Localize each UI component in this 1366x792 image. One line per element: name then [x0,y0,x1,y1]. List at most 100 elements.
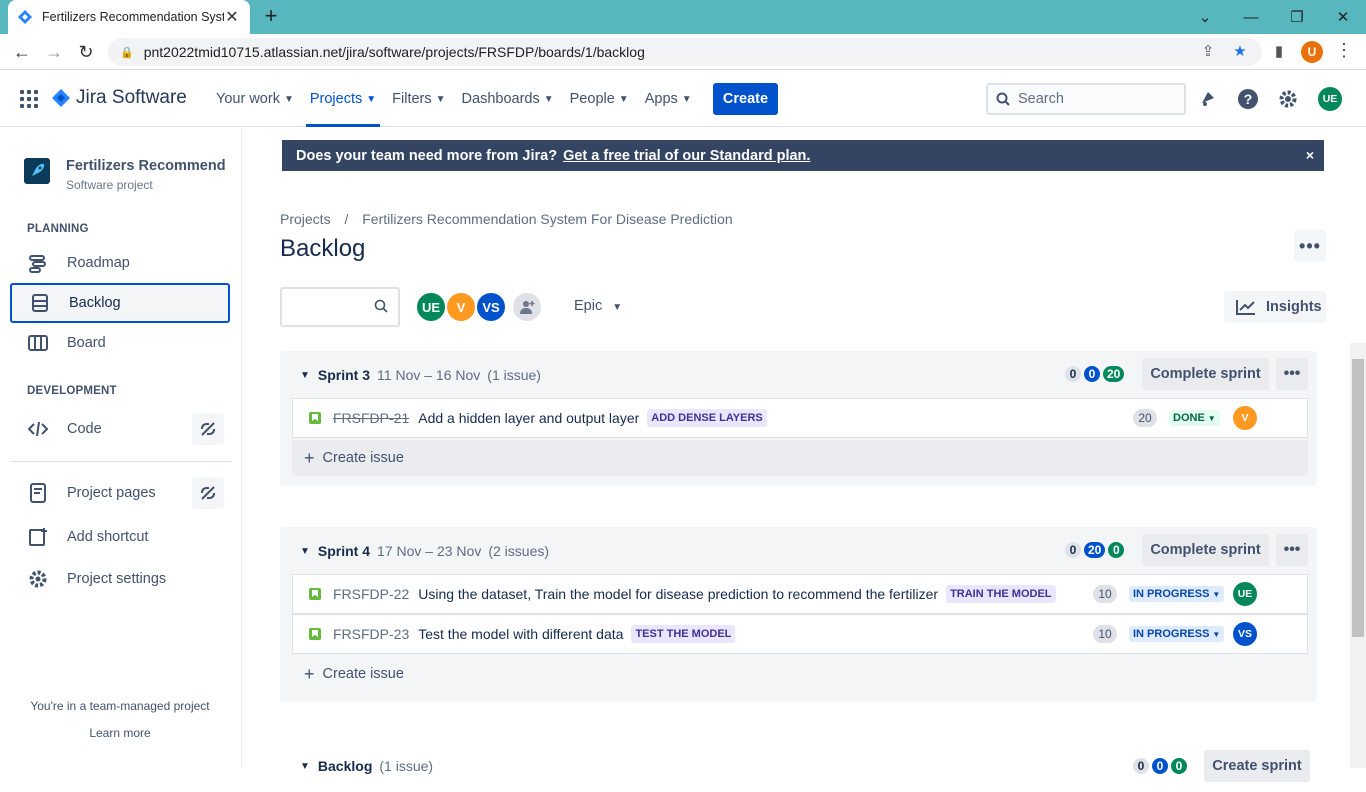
sidebar-divider [10,461,232,462]
minimize-icon[interactable]: — [1228,0,1274,34]
sprint-more-button[interactable]: ••• [1276,358,1308,390]
breadcrumb-project[interactable]: Fertilizers Recommendation System For Di… [362,211,732,227]
nav-filters[interactable]: Filters ▼ [386,71,451,127]
unlink-icon[interactable] [192,477,224,509]
forward-icon[interactable]: → [42,40,66,64]
close-icon[interactable]: × [1306,147,1314,163]
sidebar-item-roadmap[interactable]: Roadmap [10,243,230,283]
backlog-icon [29,292,51,314]
restore-icon[interactable]: ❐ [1274,0,1320,34]
epic-lozenge[interactable]: TEST THE MODEL [631,625,736,643]
story-points-badge[interactable]: 20 [1133,409,1157,427]
new-tab-icon[interactable]: + [260,4,282,28]
share-icon[interactable]: ⇪ [1197,40,1219,62]
jira-logo[interactable]: Jira Software [52,87,187,109]
status-dropdown[interactable]: DONE ▼ [1169,410,1220,426]
add-people-icon[interactable] [511,291,543,323]
issue-key[interactable]: FRSFDP-23 [333,626,409,642]
tab-search-icon[interactable]: ⌄ [1182,0,1228,34]
inprogress-count-badge: 0 [1084,366,1100,382]
board-icon [27,332,49,354]
issue-key[interactable]: FRSFDP-21 [333,410,409,426]
user-avatar[interactable]: UE [1318,87,1342,111]
sprint-more-button[interactable]: ••• [1276,534,1308,566]
team-managed-note: You're in a team-managed project [30,699,210,713]
backlog-search-input[interactable] [280,287,400,327]
avatar[interactable]: UE [415,291,447,323]
browser-tab[interactable]: Fertilizers Recommendation System For Di… [8,0,250,34]
sidebar-item-code[interactable]: Code [10,409,230,449]
issue-summary: Using the dataset, Train the model for d… [418,586,939,602]
assignee-avatar[interactable]: UE [1233,582,1257,606]
url-bar[interactable]: 🔒 pnt2022tmid10715.atlassian.net/jira/so… [108,38,1262,66]
story-points-badge[interactable]: 10 [1093,585,1117,603]
side-panel-icon[interactable]: ▮ [1268,40,1290,62]
avatar[interactable]: V [445,291,477,323]
chevron-down-icon: ▼ [300,760,310,772]
help-icon[interactable]: ? [1236,87,1260,111]
assignee-avatar[interactable]: V [1233,406,1257,430]
epic-filter[interactable]: Epic ▼ [574,298,622,314]
sidebar-item-board[interactable]: Board [10,323,230,363]
issue-row[interactable]: FRSFDP-22 Using the dataset, Train the m… [292,574,1308,614]
status-dropdown[interactable]: IN PROGRESS ▼ [1129,586,1225,602]
epic-lozenge[interactable]: ADD DENSE LAYERS [647,409,767,427]
back-icon[interactable]: ← [10,40,34,64]
project-header[interactable]: Fertilizers Recommend... Software projec… [24,158,226,192]
browser-menu-icon[interactable]: ⋮ [1334,40,1354,64]
breadcrumb-projects[interactable]: Projects [280,211,331,227]
issue-row[interactable]: FRSFDP-21 Add a hidden layer and output … [292,398,1308,438]
sprint-header[interactable]: ▼ Sprint 4 17 Nov – 23 Nov (2 issues) [300,543,549,559]
complete-sprint-button[interactable]: Complete sprint [1142,358,1269,390]
nav-projects[interactable]: Projects ▼ [304,71,382,127]
nav-people[interactable]: People ▼ [564,71,635,127]
logo-text: Jira Software [76,87,187,108]
nav-your-work[interactable]: Your work ▼ [210,71,300,127]
status-dropdown[interactable]: IN PROGRESS ▼ [1129,626,1225,642]
nav-dashboards[interactable]: Dashboards ▼ [456,71,560,127]
close-window-icon[interactable]: ✕ [1320,0,1366,34]
epic-lozenge[interactable]: TRAIN THE MODEL [946,585,1056,603]
browser-profile-avatar[interactable]: U [1301,41,1323,63]
sidebar-item-project-settings[interactable]: Project settings [10,559,230,599]
story-points-badge[interactable]: 10 [1093,625,1117,643]
complete-sprint-button[interactable]: Complete sprint [1142,534,1269,566]
unlink-icon[interactable] [192,413,224,445]
create-issue-button[interactable]: + Create issue [292,656,1308,692]
epic-filter-label: Epic [574,298,603,314]
more-actions-button[interactable]: ••• [1294,230,1326,262]
breadcrumb-separator: / [344,211,349,227]
create-button[interactable]: Create [713,83,778,115]
issue-summary: Add a hidden layer and output layer [418,410,640,426]
insights-label: Insights [1266,299,1322,315]
assignee-avatar[interactable]: VS [1233,622,1257,646]
bookmark-star-icon[interactable]: ★ [1229,40,1251,62]
app-switcher-icon[interactable] [20,90,38,108]
settings-gear-icon[interactable] [1276,87,1300,111]
status-label: IN PROGRESS [1133,628,1210,640]
sidebar-item-add-shortcut[interactable]: Add shortcut [10,517,230,557]
issue-key[interactable]: FRSFDP-22 [333,586,409,602]
nav-label: Apps [644,91,678,107]
nav-apps[interactable]: Apps ▼ [639,71,698,127]
create-issue-button[interactable]: + Create issue [292,440,1308,476]
reload-icon[interactable]: ↻ [74,40,98,64]
scrollbar-thumb[interactable] [1352,359,1364,637]
sidebar-item-backlog[interactable]: Backlog [10,283,230,323]
insights-button[interactable]: Insights [1224,291,1326,323]
chevron-down-icon: ▼ [612,302,623,313]
notifications-icon[interactable] [1196,87,1220,111]
page-scrollbar[interactable] [1350,343,1366,768]
learn-more-link[interactable]: Learn more [0,726,240,740]
story-icon [309,628,321,640]
sidebar-item-project-pages[interactable]: Project pages [10,473,230,513]
issue-row[interactable]: FRSFDP-23 Test the model with different … [292,614,1308,654]
backlog-header[interactable]: ▼ Backlog (1 issue) [300,758,433,774]
free-trial-link[interactable]: Get a free trial of our Standard plan. [563,148,810,164]
sprint-point-counts: 0 20 0 [1065,542,1127,558]
create-sprint-button[interactable]: Create sprint [1204,750,1310,782]
close-tab-icon[interactable]: ✕ [224,7,240,27]
avatar[interactable]: VS [475,291,507,323]
sprint-header[interactable]: ▼ Sprint 3 11 Nov – 16 Nov (1 issue) [300,367,541,383]
search-input[interactable]: Search [986,83,1186,115]
